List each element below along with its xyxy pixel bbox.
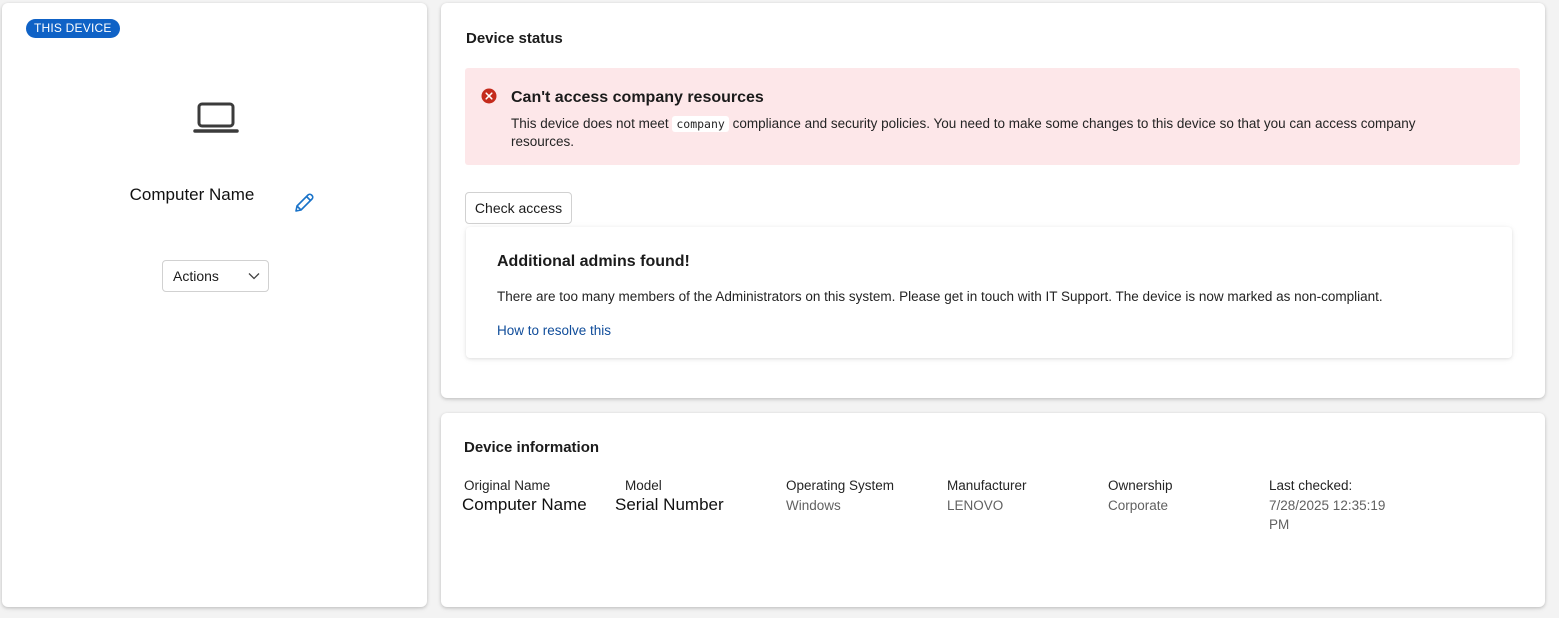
- os-label: Operating System: [786, 478, 895, 493]
- manufacturer-value: LENOVO: [947, 498, 1004, 513]
- this-device-badge: THIS DEVICE: [26, 19, 120, 38]
- ownership-value: Corporate: [1108, 498, 1169, 513]
- check-access-button[interactable]: Check access: [465, 192, 572, 224]
- last-checked-value: 7/28/2025 12:35:19 PM: [1269, 498, 1386, 532]
- manufacturer-field: Manufacturer LENOVO: [947, 478, 1027, 515]
- issue-description: There are too many members of the Admini…: [497, 289, 1383, 304]
- last-checked-label: Last checked:: [1269, 478, 1353, 493]
- actions-dropdown[interactable]: Actions: [162, 260, 269, 292]
- device-status-title: Device status: [466, 30, 563, 47]
- original-name-label: Original Name: [464, 478, 551, 493]
- original-name-field: Original Name Computer Name: [462, 478, 587, 514]
- original-name-value: Computer Name: [462, 495, 587, 514]
- pencil-icon[interactable]: [292, 191, 316, 215]
- device-information-card: Device information Original Name Compute…: [441, 413, 1545, 607]
- alert-message: This device does not meet company compli…: [511, 115, 1471, 151]
- os-field: Operating System Windows: [786, 478, 894, 515]
- resolve-link[interactable]: How to resolve this: [497, 323, 611, 338]
- device-card: THIS DEVICE Computer Name Actions: [2, 3, 427, 607]
- alert-code: company: [672, 116, 729, 132]
- compliance-alert: Can't access company resources This devi…: [465, 68, 1520, 165]
- issue-title: Additional admins found!: [497, 253, 690, 270]
- alert-title: Can't access company resources: [511, 89, 764, 106]
- os-value: Windows: [786, 498, 841, 513]
- device-status-card: Device status Can't access company resou…: [441, 3, 1545, 398]
- model-label: Model: [625, 478, 662, 493]
- model-value: Serial Number: [615, 495, 724, 514]
- ownership-label: Ownership: [1108, 478, 1173, 493]
- last-checked-field: Last checked: 7/28/2025 12:35:19 PM: [1269, 478, 1399, 534]
- actions-label: Actions: [173, 268, 219, 284]
- chevron-down-icon: [248, 273, 260, 280]
- issue-card: Additional admins found! There are too m…: [466, 227, 1512, 358]
- model-field: Model Serial Number: [615, 478, 724, 514]
- ownership-field: Ownership Corporate: [1108, 478, 1173, 515]
- error-circle-icon: [481, 88, 497, 104]
- device-information-title: Device information: [464, 439, 600, 456]
- laptop-icon: [193, 102, 239, 133]
- manufacturer-label: Manufacturer: [947, 478, 1027, 493]
- alert-text-before: This device does not meet: [511, 116, 669, 131]
- computer-name: Computer Name: [129, 185, 255, 204]
